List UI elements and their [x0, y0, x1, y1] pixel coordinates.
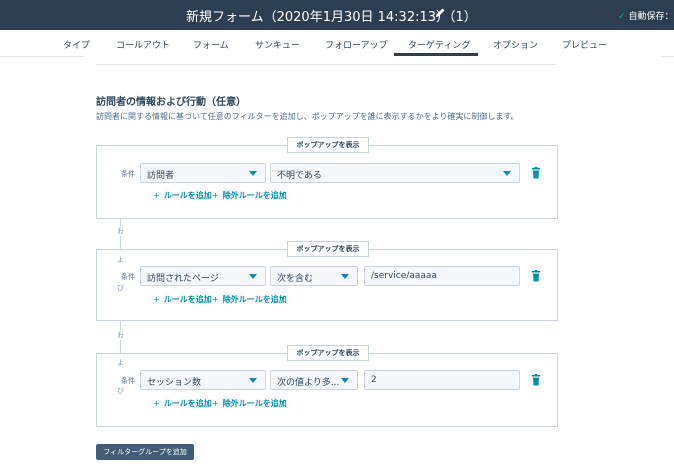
- connector-text: び: [117, 387, 124, 395]
- field-select[interactable]: 訪問されたページ: [140, 266, 266, 286]
- plus-icon: +: [153, 191, 160, 200]
- add-rule-label: ルールを追加: [163, 399, 212, 408]
- operator-select-value: 次の値より多...: [277, 378, 340, 388]
- add-exclusion-link[interactable]: + 除外ルールを追加: [212, 190, 287, 201]
- check-icon: ✓: [618, 12, 626, 22]
- add-filter-group-button[interactable]: フィルターグループを追加: [96, 444, 194, 460]
- tab-type[interactable]: タイプ: [63, 38, 90, 51]
- add-rule-label: ルールを追加: [163, 191, 212, 200]
- group-badge: ポップアップを表示: [287, 137, 369, 153]
- add-rule-link[interactable]: + ルールを追加: [153, 190, 212, 201]
- group-badge: ポップアップを表示: [287, 345, 369, 361]
- trash-icon[interactable]: [531, 270, 541, 282]
- add-exclusion-label: 除外ルールを追加: [222, 295, 287, 304]
- add-rule-label: ルールを追加: [163, 295, 212, 304]
- value-input[interactable]: /service/aaaaa: [364, 266, 520, 286]
- field-select[interactable]: 訪問者: [140, 163, 266, 183]
- condition-label: 条件: [121, 273, 135, 281]
- value-input-text: /service/aaaaa: [371, 271, 437, 281]
- tab-form[interactable]: フォーム: [193, 38, 229, 51]
- plus-icon: +: [153, 399, 160, 408]
- connector-text: よ: [117, 256, 124, 264]
- caret-down-icon: [341, 378, 349, 383]
- operator-select[interactable]: 不明である: [270, 163, 520, 183]
- pencil-icon[interactable]: [434, 6, 446, 20]
- filter-group: ポップアップを表示: [96, 345, 558, 427]
- add-rule-link[interactable]: + ルールを追加: [153, 294, 212, 305]
- operator-select-value: 不明である: [277, 171, 322, 181]
- plus-icon: +: [153, 295, 160, 304]
- condition-label: 条件: [121, 377, 135, 385]
- trash-icon[interactable]: [531, 167, 541, 179]
- field-select[interactable]: セッション数: [140, 370, 266, 390]
- operator-select[interactable]: 次の値より多...: [270, 370, 358, 390]
- plus-icon: +: [212, 191, 219, 200]
- plus-icon: +: [212, 295, 219, 304]
- connector-and: お: [117, 330, 124, 340]
- add-rule-link[interactable]: + ルールを追加: [153, 398, 212, 409]
- operator-select-value: 次を含む: [277, 274, 314, 284]
- group-badge: ポップアップを表示: [287, 241, 369, 257]
- divider: [96, 64, 556, 65]
- field-select-value: 訪問されたページ: [147, 274, 219, 284]
- plus-icon: +: [212, 399, 219, 408]
- trash-icon[interactable]: [531, 374, 541, 386]
- condition-label: 条件: [121, 170, 135, 178]
- connector-text: び: [117, 284, 124, 292]
- autosave-status: ✓自動保存：ま: [618, 9, 674, 22]
- tab-callout[interactable]: コールアウト: [116, 38, 170, 51]
- add-exclusion-link[interactable]: + 除外ルールを追加: [212, 294, 287, 305]
- caret-down-icon: [249, 171, 257, 176]
- add-exclusion-link[interactable]: + 除外ルールを追加: [212, 398, 287, 409]
- field-select-value: 訪問者: [147, 171, 175, 181]
- section-title: 訪問者の情報および行動（任意）: [96, 97, 246, 108]
- add-exclusion-label: 除外ルールを追加: [222, 191, 287, 200]
- add-exclusion-label: 除外ルールを追加: [222, 399, 287, 408]
- value-input[interactable]: 2: [364, 370, 520, 390]
- operator-select[interactable]: 次を含む: [270, 266, 358, 286]
- connector-and: お: [117, 226, 124, 236]
- value-input-text: 2: [371, 375, 377, 385]
- tab-options[interactable]: オプション: [493, 38, 538, 51]
- caret-down-icon: [503, 171, 511, 176]
- connector-text: よ: [117, 359, 124, 367]
- field-select-value: セッション数: [147, 378, 202, 388]
- section-description: 訪問者に関する情報に基づいて任意のフィルターを追加し、ポップアップを誰に表示する…: [96, 112, 519, 121]
- caret-down-icon: [249, 378, 257, 383]
- tab-preview[interactable]: プレビュー: [562, 38, 607, 51]
- tab-targeting[interactable]: ターゲティング: [408, 38, 470, 51]
- autosave-label: 自動保存：ま: [628, 12, 674, 22]
- tab-followup[interactable]: フォローアップ: [325, 38, 388, 51]
- caret-down-icon: [249, 274, 257, 279]
- caret-down-icon: [341, 274, 349, 279]
- tab-thankyou[interactable]: サンキュー: [255, 38, 300, 51]
